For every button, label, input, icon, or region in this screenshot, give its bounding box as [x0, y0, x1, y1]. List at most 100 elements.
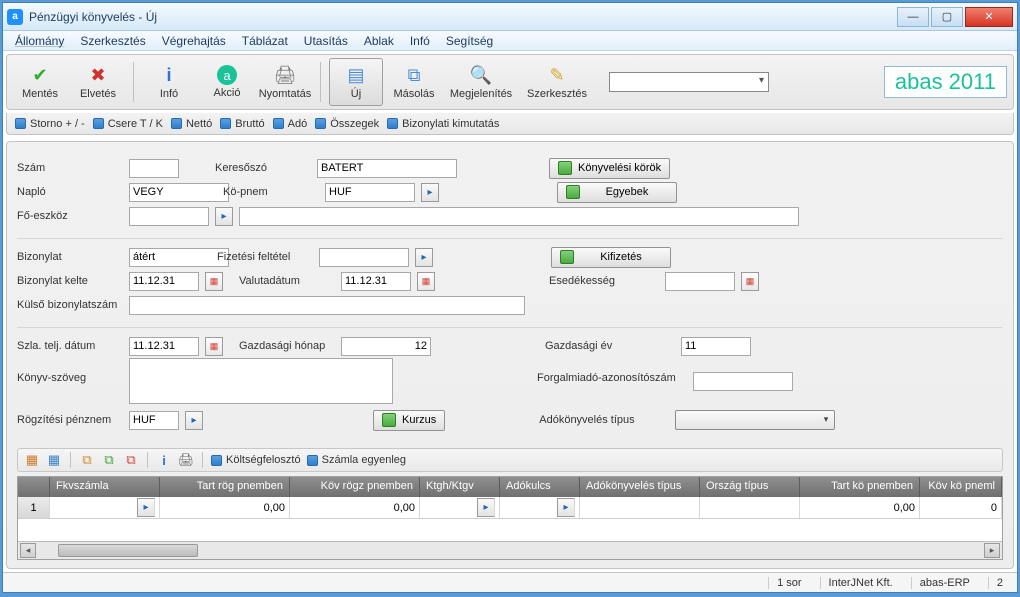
abas-icon: a	[217, 65, 237, 85]
tag-szamlaegyenleg[interactable]: Számla egyenleg	[307, 454, 406, 466]
picker-fizfeltetel[interactable]: ▸	[415, 248, 433, 267]
calendar-esedekesseg[interactable]: ▦	[741, 272, 759, 291]
label-keresoszo: Keresőszó	[215, 162, 311, 174]
menu-tablazat[interactable]: Táblázat	[236, 32, 294, 50]
input-rogzpnem[interactable]: HUF	[129, 411, 179, 430]
document-icon: ▤	[345, 64, 367, 86]
tag-brutto[interactable]: Bruttó	[220, 118, 264, 130]
tag-koltsegfeloszto[interactable]: Költségfelosztó	[211, 454, 301, 466]
input-keresoszo[interactable]: BATERT	[317, 159, 457, 178]
window-title: Pénzügyi könyvelés - Új	[29, 10, 157, 24]
egyebek-button[interactable]: Egyebek	[557, 182, 677, 203]
grid-icon[interactable]: ▦	[24, 452, 40, 468]
menu-utasitas[interactable]: Utasítás	[298, 32, 354, 50]
tag-osszegek[interactable]: Összegek	[315, 118, 379, 130]
picker-ktgh[interactable]: ▸	[477, 498, 495, 517]
input-szladatum[interactable]: 11.12.31	[129, 337, 199, 356]
close-button[interactable]: ✕	[965, 7, 1013, 27]
table-row[interactable]: 1 ▸ 0,00 0,00 ▸ ▸ 0,00 0	[18, 497, 1002, 519]
tag-csere[interactable]: Csere T / K	[93, 118, 163, 130]
textarea-kszoveg[interactable]	[129, 358, 393, 404]
input-foeszkoz-desc[interactable]	[239, 207, 799, 226]
menu-info[interactable]: Infó	[404, 32, 436, 50]
status-page: 2	[988, 577, 1011, 589]
status-company: InterJNet Kft.	[820, 577, 901, 589]
magnifier-icon: 🔍	[470, 64, 492, 86]
minimize-button[interactable]: —	[897, 7, 929, 27]
calendar-valutadatum[interactable]: ▦	[417, 272, 435, 291]
col-adotipus[interactable]: Adókönyvelés típus	[580, 477, 700, 497]
input-kulso[interactable]	[129, 296, 525, 315]
save-button[interactable]: ✔Mentés	[13, 58, 67, 106]
input-bizkelte[interactable]: 11.12.31	[129, 272, 199, 291]
label-kulso: Külső bizonylatszám	[17, 299, 123, 311]
label-rogzpnem: Rögzítési pénznem	[17, 414, 123, 426]
tag-storno[interactable]: Storno + / -	[15, 118, 85, 130]
kifizetes-button[interactable]: Kifizetés	[551, 247, 671, 268]
label-valutadatum: Valutadátum	[239, 275, 335, 287]
calendar-bizkelte[interactable]: ▦	[205, 272, 223, 291]
tag-bizkimut[interactable]: Bizonylati kimutatás	[387, 118, 499, 130]
input-naplo[interactable]: VEGY	[129, 183, 229, 202]
col-tart-rog[interactable]: Tart rög pnemben	[160, 477, 290, 497]
grid-layout-icon[interactable]: ▦	[46, 452, 62, 468]
app-icon: a	[7, 9, 23, 25]
picker-kopnem[interactable]: ▸	[421, 183, 439, 202]
toolbar-combo[interactable]	[609, 72, 769, 92]
status-product: abas-ERP	[911, 577, 978, 589]
picker-fkv[interactable]: ▸	[137, 498, 155, 517]
horizontal-scrollbar[interactable]: ◂▸	[18, 541, 1002, 559]
printer-icon[interactable]: 🖨	[178, 452, 194, 468]
input-esedekesseg[interactable]	[665, 272, 735, 291]
col-adokulcs[interactable]: Adókulcs	[500, 477, 580, 497]
copy-button[interactable]: ⧉Másolás	[387, 58, 441, 106]
input-kopnem[interactable]: HUF	[325, 183, 415, 202]
label-szam: Szám	[17, 162, 123, 174]
info-button[interactable]: iInfó	[142, 58, 196, 106]
maximize-button[interactable]: ▢	[931, 7, 963, 27]
menu-allomany[interactable]: Állomány	[9, 32, 70, 50]
input-foeszkoz-code[interactable]	[129, 207, 209, 226]
statusbar: 1 sor InterJNet Kft. abas-ERP 2	[3, 572, 1017, 592]
paste-icon[interactable]: ⧉	[101, 452, 117, 468]
picker-foeszkoz[interactable]: ▸	[215, 207, 233, 226]
show-button[interactable]: 🔍Megjelenítés	[445, 58, 517, 106]
action-button[interactable]: aAkció	[200, 58, 254, 106]
menu-szerkesztes[interactable]: Szerkesztés	[74, 32, 151, 50]
pencil-icon: ✎	[546, 64, 568, 86]
brand-badge: abas 2011	[884, 66, 1007, 98]
input-szam[interactable]	[129, 159, 179, 178]
menu-segitseg[interactable]: Segítség	[440, 32, 499, 50]
col-kov-rogz[interactable]: Köv rögz pnemben	[290, 477, 420, 497]
input-gazev[interactable]: 11	[681, 337, 751, 356]
tag-ado[interactable]: Adó	[273, 118, 308, 130]
edit-button[interactable]: ✎Szerkesztés	[521, 58, 593, 106]
input-fizfeltetel[interactable]	[319, 248, 409, 267]
input-valutadatum[interactable]: 11.12.31	[341, 272, 411, 291]
discard-button[interactable]: ✖Elvetés	[71, 58, 125, 106]
col-tart-ko[interactable]: Tart kö pnemben	[800, 477, 920, 497]
input-bizonylat[interactable]: átért	[129, 248, 229, 267]
picker-rogzpnem[interactable]: ▸	[185, 411, 203, 430]
input-gazho[interactable]: 12	[341, 337, 431, 356]
combo-adotip[interactable]	[675, 410, 835, 430]
cut-icon[interactable]: ⧉	[123, 452, 139, 468]
copy-icon: ⧉	[403, 64, 425, 86]
col-fkvszamla[interactable]: Fkvszámla	[50, 477, 160, 497]
new-button[interactable]: ▤Új	[329, 58, 383, 106]
col-kov-ko[interactable]: Köv kö pneml	[920, 477, 1002, 497]
menu-ablak[interactable]: Ablak	[358, 32, 400, 50]
copy-icon[interactable]: ⧉	[79, 452, 95, 468]
plus-icon	[566, 185, 580, 199]
info-icon[interactable]: i	[156, 452, 172, 468]
input-forgazon[interactable]	[693, 372, 793, 391]
col-ktgh[interactable]: Ktgh/Ktgv	[420, 477, 500, 497]
kurzus-button[interactable]: Kurzus	[373, 410, 445, 431]
picker-adokulcs[interactable]: ▸	[557, 498, 575, 517]
konyvelesi-korok-button[interactable]: Könyvelési körök	[549, 158, 670, 179]
print-button[interactable]: 🖨Nyomtatás	[258, 58, 312, 106]
menu-vegrehajtas[interactable]: Végrehajtás	[156, 32, 232, 50]
col-orszagtipus[interactable]: Ország típus	[700, 477, 800, 497]
tag-netto[interactable]: Nettó	[171, 118, 212, 130]
calendar-szladatum[interactable]: ▦	[205, 337, 223, 356]
